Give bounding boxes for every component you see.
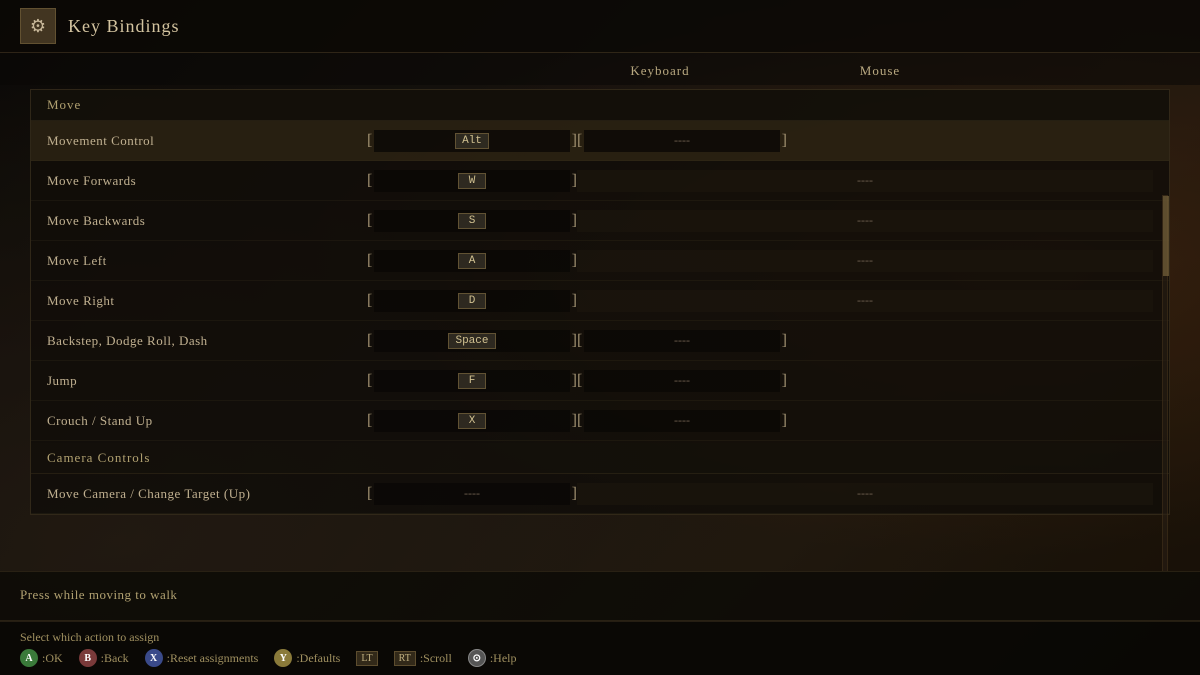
mouse-slot-movement-control[interactable]: [ ---- ] [577,130,787,152]
mouse-slot-jump[interactable]: [ ---- ] [577,370,787,392]
key-input-jump[interactable]: F [374,370,569,392]
mouse-slot-crouch[interactable]: [ ---- ] [577,410,787,432]
scrollbar[interactable] [1162,195,1168,571]
key-slot-move-left[interactable]: [ A ] [367,247,577,275]
section-camera-label: Camera Controls [47,450,150,465]
mouse-input-jump[interactable]: ---- [584,370,779,392]
bottom-bar: Select which action to assign A :OK B :B… [0,621,1200,675]
binding-move-left[interactable]: Move Left [ A ] ---- [31,241,1169,281]
main-container: ⚙ Key Bindings Keyboard Mouse Move Movem… [0,0,1200,675]
section-camera: Camera Controls [31,443,1169,474]
mouse-input-backstep[interactable]: ---- [584,330,779,352]
button-b-badge: B [79,649,97,667]
button-y-badge: Y [274,649,292,667]
button-a-label: :OK [42,651,63,666]
button-rt-badge: RT [394,651,416,666]
control-reset: X :Reset assignments [145,649,259,667]
button-a-badge: A [20,649,38,667]
page-title: Key Bindings [68,16,180,37]
settings-icon: ⚙ [20,8,56,44]
binding-movement-control[interactable]: Movement Control [ Alt ] [ ---- ] [31,121,1169,161]
key-slot-move-forwards[interactable]: [ W ] [367,167,577,195]
control-help: ⊙ :Help [468,649,517,667]
key-input-movement-control[interactable]: Alt [374,130,569,152]
action-label-move-right: Move Right [47,293,367,309]
key-slot-move-camera-up[interactable]: [ ---- ] [367,480,577,508]
key-badge-movement-control: Alt [455,133,489,149]
action-label-crouch: Crouch / Stand Up [47,413,367,429]
key-input-move-left[interactable]: A [374,250,569,272]
mouse-input-movement-control[interactable]: ---- [584,130,779,152]
action-label-move-backwards: Move Backwards [47,213,367,229]
description-text: Press while moving to walk [20,587,177,602]
content-area: Move Movement Control [ Alt ] [ ---- [0,85,1200,571]
control-defaults: Y :Defaults [274,649,340,667]
control-back: B :Back [79,649,129,667]
button-x-badge: X [145,649,163,667]
keyboard-column-header: Keyboard [550,63,770,79]
action-label-movement-control: Movement Control [47,133,367,149]
mouse-slot-move-left[interactable]: ---- [577,250,1153,272]
bracket-left: [ [367,132,372,150]
button-circle-badge: ⊙ [468,649,486,667]
scrollbar-thumb[interactable] [1163,196,1169,276]
key-slot-movement-control[interactable]: [ Alt ] [367,127,577,155]
mouse-slot-move-right[interactable]: ---- [577,290,1153,312]
bracket-right: ] [572,132,577,150]
control-ok: A :OK [20,649,63,667]
controls-row: A :OK B :Back X :Reset assignments Y :De… [20,649,1180,667]
column-headers: Keyboard Mouse [0,53,1200,85]
mouse-column-header: Mouse [770,63,990,79]
mouse-slot-backstep[interactable]: [ ---- ] [577,330,787,352]
mouse-slot-move-camera-up[interactable]: ---- [577,483,1153,505]
mouse-input-crouch[interactable]: ---- [584,410,779,432]
button-y-label: :Defaults [296,651,340,666]
action-label-backstep: Backstep, Dodge Roll, Dash [47,333,367,349]
key-input-crouch[interactable]: X [374,410,569,432]
control-lt: LT [356,651,377,666]
key-slot-jump[interactable]: [ F ] [367,367,577,395]
binding-crouch[interactable]: Crouch / Stand Up [ X ] [ ---- ] [31,401,1169,441]
binding-move-backwards[interactable]: Move Backwards [ S ] ---- [31,201,1169,241]
key-slot-backstep[interactable]: [ Space ] [367,327,577,355]
mouse-slot-move-forwards[interactable]: ---- [577,170,1153,192]
title-bar: ⚙ Key Bindings [0,0,1200,53]
section-move: Move [31,90,1169,121]
mouse-slot-move-backwards[interactable]: ---- [577,210,1153,232]
key-input-backstep[interactable]: Space [374,330,569,352]
bindings-panel: Move Movement Control [ Alt ] [ ---- [30,89,1170,515]
key-input-move-right[interactable]: D [374,290,569,312]
key-input-move-backwards[interactable]: S [374,210,569,232]
assign-label: Select which action to assign [20,630,1180,645]
key-input-move-forwards[interactable]: W [374,170,569,192]
key-slot-move-backwards[interactable]: [ S ] [367,207,577,235]
key-input-move-camera-up[interactable]: ---- [374,483,569,505]
binding-move-forwards[interactable]: Move Forwards [ W ] ---- [31,161,1169,201]
button-rt-label: :Scroll [420,651,452,666]
binding-move-camera-up[interactable]: Move Camera / Change Target (Up) [ ---- … [31,474,1169,514]
action-label-move-left: Move Left [47,253,367,269]
section-move-label: Move [47,97,81,112]
action-label-jump: Jump [47,373,367,389]
binding-move-right[interactable]: Move Right [ D ] ---- [31,281,1169,321]
control-rt: RT :Scroll [394,651,452,666]
button-b-label: :Back [101,651,129,666]
action-label-move-camera-up: Move Camera / Change Target (Up) [47,486,367,502]
key-slot-move-right[interactable]: [ D ] [367,287,577,315]
binding-jump[interactable]: Jump [ F ] [ ---- ] [31,361,1169,401]
binding-backstep[interactable]: Backstep, Dodge Roll, Dash [ Space ] [ -… [31,321,1169,361]
button-lt-badge: LT [356,651,377,666]
action-label-move-forwards: Move Forwards [47,173,367,189]
button-circle-label: :Help [490,651,517,666]
key-slot-crouch[interactable]: [ X ] [367,407,577,435]
description-box: Press while moving to walk [0,571,1200,621]
button-x-label: :Reset assignments [167,651,259,666]
